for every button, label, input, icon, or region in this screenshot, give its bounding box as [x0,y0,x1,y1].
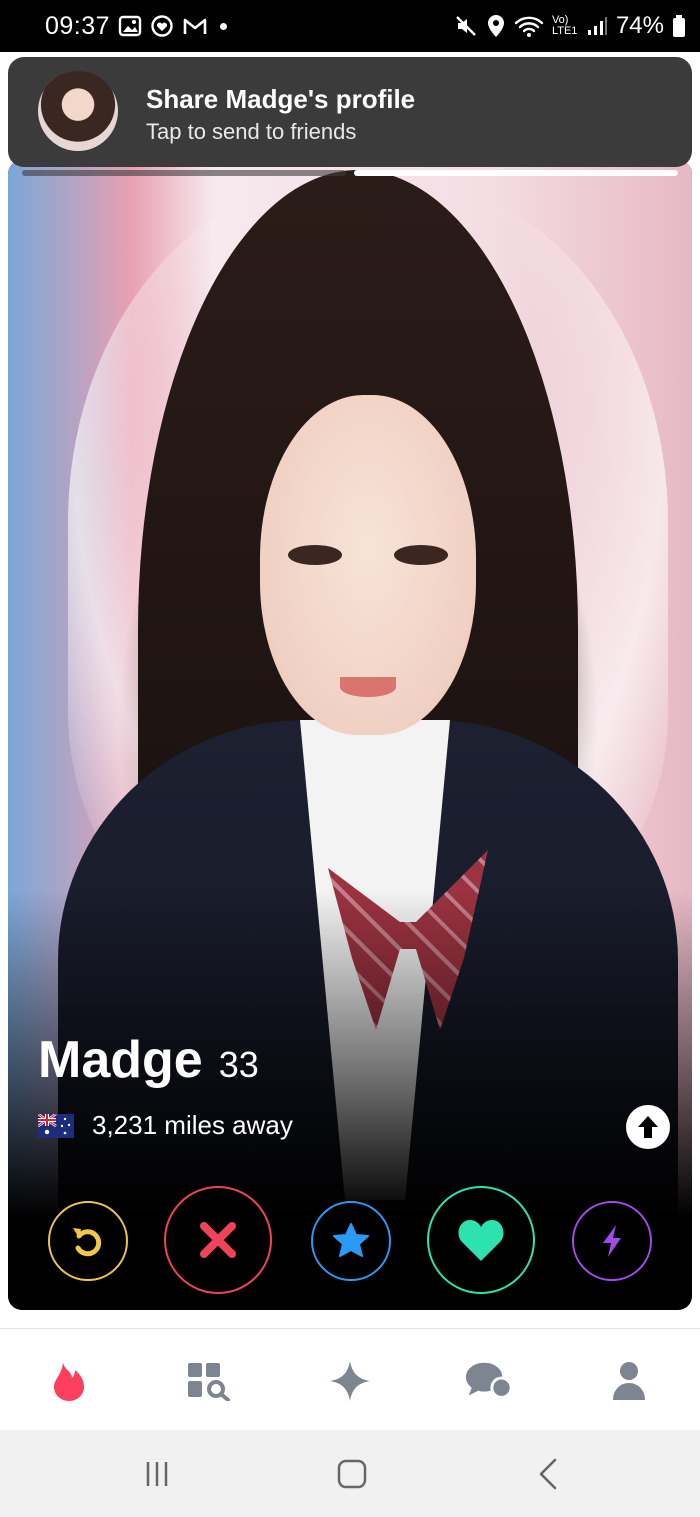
star-icon [333,1223,369,1257]
heart-icon [458,1220,504,1261]
home-button[interactable] [330,1454,374,1494]
like-button[interactable] [427,1186,535,1294]
signal-icon [587,17,607,35]
nope-button[interactable] [164,1186,272,1294]
rewind-icon [73,1228,102,1257]
boost-button[interactable] [572,1201,652,1281]
nav-explore[interactable] [185,1357,233,1405]
battery-percent: 74% [615,12,664,39]
photo-indicator-2[interactable] [354,170,678,176]
mute-icon [456,16,476,36]
avatar [38,71,118,151]
network-label: Vo) LTE1 [551,14,578,37]
gmail-icon [183,18,207,34]
chat-icon [465,1362,513,1399]
distance-text: 3,231 miles away [92,1110,293,1140]
status-bar: 09:37 Vo) LTE1 74% [0,0,700,52]
photo-progress [22,170,678,176]
wifi-icon [514,16,544,37]
banner-subtitle: Tap to send to friends [146,119,357,144]
share-profile-banner[interactable]: Share Madge's profile Tap to send to fri… [8,57,692,167]
notification-dot [220,22,227,30]
sparkle-icon [330,1361,370,1401]
photo-indicator-1[interactable] [22,170,346,176]
system-navigation [0,1430,700,1517]
profile-card[interactable]: Madge 33 3,231 miles away [8,160,692,1310]
close-icon [200,1222,236,1258]
nav-top-picks[interactable] [326,1357,374,1405]
explore-icon [188,1363,230,1401]
flame-icon [54,1362,84,1401]
back-icon [539,1458,557,1490]
lightning-icon [603,1225,621,1257]
home-icon [337,1459,367,1489]
super-like-button[interactable] [311,1201,391,1281]
profile-age: 33 [218,1044,259,1085]
australia-flag-icon [38,1113,74,1138]
location-icon [487,15,504,37]
action-bar [8,1185,692,1295]
status-time: 09:37 [45,12,111,40]
nav-profile[interactable] [605,1357,653,1405]
bottom-navigation [0,1328,700,1430]
rewind-button[interactable] [48,1201,128,1281]
person-icon [613,1362,645,1400]
nav-home[interactable] [45,1357,93,1405]
arrow-up-icon [638,1116,658,1138]
profile-name: Madge [38,1031,203,1089]
back-button[interactable] [526,1454,570,1494]
banner-title: Share Madge's profile [146,84,416,114]
recents-icon [146,1462,168,1486]
distance-row: 3,231 miles away [38,1110,293,1141]
nav-messages[interactable] [465,1357,513,1405]
battery-icon [673,15,685,37]
profile-header[interactable]: Madge 33 [38,1030,259,1090]
heart-app-icon [151,15,173,37]
gallery-icon [118,15,142,37]
open-profile-button[interactable] [626,1105,670,1149]
recents-button[interactable] [135,1454,179,1494]
